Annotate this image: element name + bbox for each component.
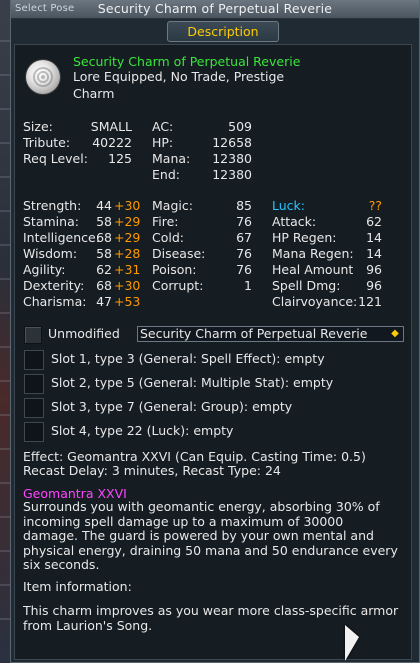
item-info-text: This charm improves as you wear more cla…: [23, 603, 399, 633]
recast-line: Recast Delay: 3 minutes, Recast Type: 24: [23, 463, 281, 478]
resist-value: 76: [236, 246, 252, 261]
stat-label: End:: [152, 167, 180, 182]
augment-slot-1[interactable]: [24, 350, 44, 370]
background-window-label: Select Pose: [15, 3, 75, 14]
augment-slot-2[interactable]: [24, 374, 44, 394]
resist-label: Cold:: [152, 230, 184, 245]
mod-value: 62: [366, 214, 382, 229]
attribute-value: 44: [96, 198, 112, 213]
luck-label: Luck:: [272, 198, 305, 213]
window-title: Security Charm of Perpetual Reverie: [97, 1, 333, 16]
attribute-label: Strength:: [23, 198, 82, 213]
attribute-bonus: +30: [114, 198, 141, 213]
resist-label: Magic:: [152, 198, 193, 213]
luck-value: ??: [368, 198, 382, 213]
attribute-label: Charisma:: [23, 294, 87, 309]
attribute-label: Stamina:: [23, 214, 79, 229]
stat-label: Tribute:: [23, 135, 71, 150]
resist-label: Fire:: [152, 214, 179, 229]
white-pearl-charm-icon: [26, 60, 60, 94]
mod-value: 96: [366, 262, 382, 277]
stat-value: 12658: [212, 135, 252, 150]
mod-value: 121: [358, 294, 382, 309]
window-title-bar[interactable]: Select Pose Security Charm of Perpetual …: [11, 0, 419, 19]
attribute-value: 62: [96, 262, 112, 277]
mod-label: HP Regen:: [272, 230, 337, 245]
stat-value: 12380: [212, 167, 252, 182]
mod-label: Mana Regen:: [272, 246, 354, 261]
mouse-cursor-icon: [345, 625, 359, 661]
item-type: Charm: [73, 86, 115, 101]
effect-line: Effect: Geomantra XXVI (Can Equip. Casti…: [23, 449, 366, 464]
slot-label: Slot 1, type 3 (General: Spell Effect): …: [51, 351, 325, 366]
attribute-value: 47: [96, 294, 112, 309]
resist-label: Corrupt:: [152, 278, 204, 293]
stat-label: AC:: [152, 119, 174, 134]
augment-slot-3[interactable]: [24, 398, 44, 418]
attribute-label: Wisdom:: [23, 246, 78, 261]
item-version-dropdown[interactable]: Security Charm of Perpetual Reverie ◆: [137, 326, 404, 342]
spell-description: Surrounds you with geomantic energy, abs…: [23, 499, 398, 572]
slot-label: Slot 4, type 22 (Luck): empty: [51, 423, 234, 438]
stat-value: 40222: [92, 135, 132, 150]
resist-value: 1: [244, 278, 252, 293]
slot-label: Slot 3, type 7 (General: Group): empty: [51, 399, 293, 414]
resist-value: 76: [236, 214, 252, 229]
mod-value: 96: [366, 278, 382, 293]
slot-label: Slot 2, type 5 (General: Multiple Stat):…: [51, 375, 334, 390]
attribute-bonus: +29: [114, 214, 141, 229]
item-name: Security Charm of Perpetual Reverie: [73, 54, 301, 69]
augment-slot-4[interactable]: [24, 422, 44, 442]
resist-value: 85: [236, 198, 252, 213]
mod-label: Spell Dmg:: [272, 278, 341, 293]
tab-description[interactable]: Description: [167, 21, 279, 42]
attribute-bonus: +30: [114, 278, 141, 293]
attribute-bonus: +53: [114, 294, 141, 309]
stat-value: 125: [108, 151, 132, 166]
stat-value: SMALL: [90, 119, 132, 134]
item-flags: Lore Equipped, No Trade, Prestige: [73, 69, 285, 84]
resist-label: Poison:: [152, 262, 197, 277]
mod-label: Heal Amount: [272, 262, 354, 277]
attribute-label: Dexterity:: [23, 278, 85, 293]
attribute-value: 68: [96, 230, 112, 245]
mod-label: Clairvoyance:: [272, 294, 358, 309]
attribute-value: 58: [96, 246, 112, 261]
resist-value: 76: [236, 262, 252, 277]
stat-value: 509: [228, 119, 252, 134]
attribute-label: Intelligence:: [23, 230, 100, 245]
resist-value: 67: [236, 230, 252, 245]
unmodified-label: Unmodified: [48, 326, 120, 341]
stat-label: Mana:: [152, 151, 191, 166]
mod-value: 14: [366, 246, 382, 261]
attribute-label: Agility:: [23, 262, 66, 277]
stat-label: Size:: [23, 119, 53, 134]
mod-label: Attack:: [272, 214, 317, 229]
dropdown-selected-value: Security Charm of Perpetual Reverie: [140, 326, 368, 341]
stat-value: 12380: [212, 151, 252, 166]
attribute-bonus: +29: [114, 230, 141, 245]
attribute-bonus: +28: [114, 246, 141, 261]
diamond-arrow-icon[interactable]: ◆: [389, 328, 401, 340]
unmodified-checkbox[interactable]: [24, 326, 42, 344]
stat-label: HP:: [152, 135, 174, 150]
item-info-heading: Item information:: [23, 579, 132, 594]
resist-label: Disease:: [152, 246, 206, 261]
attribute-value: 58: [96, 214, 112, 229]
attribute-bonus: +31: [114, 262, 141, 277]
attribute-value: 68: [96, 278, 112, 293]
mod-value: 14: [366, 230, 382, 245]
